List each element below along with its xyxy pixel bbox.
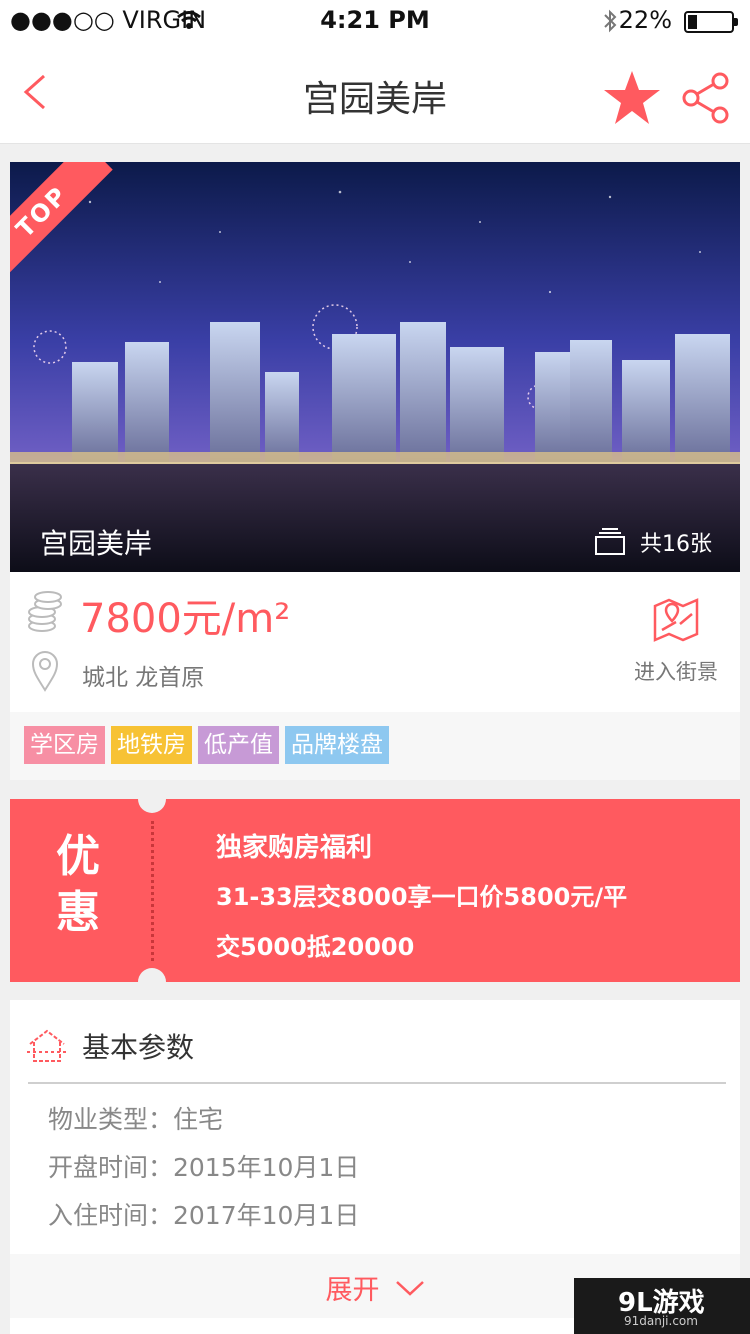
location-pin-icon: [31, 651, 59, 692]
coupon-line-1: 31-33层交8000享一口价5800元/平: [216, 883, 628, 911]
param-row: 开盘时间：2015年10月1日: [48, 1153, 360, 1182]
coins-icon: [28, 591, 62, 632]
params-heading: 基本参数: [82, 1031, 195, 1064]
photo-count-label: 共16张: [640, 532, 712, 557]
watermark-sub: 91danji.com: [624, 1314, 698, 1328]
map-icon: [653, 598, 699, 642]
param-row: 物业类型：住宅: [48, 1105, 224, 1134]
tags-row: 学区房 地铁房 低产值 品牌楼盘: [10, 712, 740, 780]
coupon-badge: 优惠: [56, 831, 100, 938]
favorite-star-icon[interactable]: [602, 68, 662, 128]
gallery-icon: [595, 528, 625, 555]
battery-percent: 22%: [618, 6, 672, 34]
info-card: 7800元/m² 城北 龙首原 进入街景: [10, 572, 740, 712]
hero-image[interactable]: TOP 宫园美岸 共16张: [10, 162, 740, 572]
location-text: 城北 龙首原: [82, 665, 205, 691]
status-bar: ●●●○○ VIRGIN 4:21 PM 22%: [0, 0, 750, 40]
tag: 地铁房: [111, 726, 192, 764]
bluetooth-icon: [604, 9, 617, 33]
discount-coupon[interactable]: 优惠 独家购房福利 31-33层交8000享一口价5800元/平 交5000抵2…: [10, 785, 740, 996]
divider: [28, 1082, 726, 1084]
tag: 品牌楼盘: [285, 726, 389, 764]
coupon-notch: [138, 968, 166, 996]
battery-icon: [684, 11, 738, 33]
hero-caption: 宫园美岸: [40, 527, 153, 560]
chevron-down-icon: [395, 1280, 424, 1296]
coupon-notch: [138, 785, 166, 813]
tag: 学区房: [24, 726, 105, 764]
share-icon[interactable]: [682, 72, 730, 124]
expand-label: 展开: [325, 1275, 380, 1306]
price: 7800元/m²: [80, 596, 291, 642]
coupon-divider: [151, 821, 154, 961]
tag: 低产值: [198, 726, 279, 764]
param-row: 入住时间：2017年10月1日: [48, 1201, 360, 1230]
coupon-line-2: 交5000抵20000: [216, 933, 415, 961]
night-skyline-image: [10, 162, 740, 572]
streetview-label: 进入街景: [634, 660, 718, 684]
nav-bar: 宫园美岸: [0, 40, 750, 144]
site-watermark: 9L游戏 91danji.com: [574, 1278, 750, 1334]
photo-count[interactable]: 共16张: [594, 526, 712, 558]
params-header: 基本参数: [26, 1026, 194, 1066]
coupon-title: 独家购房福利: [216, 833, 373, 863]
house-outline-icon: [27, 1029, 67, 1062]
streetview-button[interactable]: 进入街景: [626, 594, 726, 686]
